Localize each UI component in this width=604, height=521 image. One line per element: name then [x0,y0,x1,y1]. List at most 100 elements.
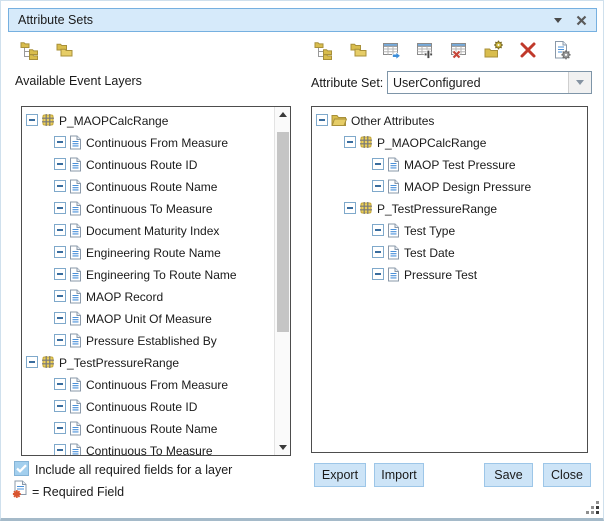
field-icon [69,377,82,392]
field-icon [69,421,82,436]
table-remove-icon[interactable] [450,40,470,60]
import-button[interactable]: Import [374,463,424,487]
tree-item[interactable]: P_TestPressureRange [312,197,587,219]
tree-item[interactable]: Engineering Route Name [22,241,274,263]
collapse-toggle[interactable] [316,114,328,126]
scroll-up-button[interactable] [275,107,290,122]
field-icon [387,157,400,172]
event-layer-icon [41,355,55,369]
layer-tree-icon[interactable] [314,40,334,60]
tree-item[interactable]: P_MAOPCalcRange [312,131,587,153]
report-settings-icon[interactable] [552,40,572,60]
tree-item[interactable]: Continuous From Measure [22,373,274,395]
collapse-toggle[interactable] [54,422,66,434]
tree-item[interactable]: Test Type [312,219,587,241]
collapse-toggle[interactable] [54,312,66,324]
chevron-down-icon[interactable] [554,18,562,23]
delete-icon[interactable] [518,40,538,60]
collapse-toggle[interactable] [26,114,38,126]
resize-grip[interactable] [586,501,600,515]
folder-open-icon [331,114,347,127]
required-field-label: = Required Field [32,485,124,499]
tree-item[interactable]: MAOP Unit Of Measure [22,307,274,329]
attribute-set-dropdown[interactable]: UserConfigured [387,71,592,94]
close-icon[interactable] [576,15,587,26]
collapse-toggle[interactable] [372,224,384,236]
tree-item[interactable]: Pressure Test [312,263,587,285]
folders-icon[interactable] [348,40,368,60]
tree-item[interactable]: Engineering To Route Name [22,263,274,285]
collapse-toggle[interactable] [344,202,356,214]
tree-item[interactable]: MAOP Design Pressure [312,175,587,197]
field-icon [69,245,82,260]
save-button[interactable]: Save [484,463,533,487]
tree-item[interactable]: Document Maturity Index [22,219,274,241]
tree-item[interactable]: P_MAOPCalcRange [22,109,274,131]
close-button[interactable]: Close [543,463,591,487]
collapse-toggle[interactable] [26,356,38,368]
collapse-toggle[interactable] [54,290,66,302]
include-required-checkbox[interactable] [14,461,29,476]
attribute-set-value: UserConfigured [388,72,568,93]
collapse-toggle[interactable] [54,136,66,148]
field-icon [69,289,82,304]
tree-item[interactable]: Continuous Route ID [22,153,274,175]
scroll-down-button[interactable] [275,440,290,455]
tree-item[interactable]: P_TestPressureRange [22,351,274,373]
tree-item[interactable]: Continuous Route Name [22,417,274,439]
tree-item[interactable]: Test Date [312,241,587,263]
collapse-toggle[interactable] [54,400,66,412]
folders-icon[interactable] [54,40,74,60]
table-export-icon[interactable] [382,40,402,60]
collapse-toggle[interactable] [372,268,384,280]
field-icon [69,333,82,348]
tree-item[interactable]: Pressure Established By [22,329,274,351]
dropdown-arrow-button[interactable] [568,72,591,93]
available-event-layers-label: Available Event Layers [15,74,142,88]
include-required-label: Include all required fields for a layer [35,463,232,477]
triangle-down-icon [279,445,287,450]
field-icon [69,135,82,150]
layer-tree-icon[interactable] [20,40,40,60]
collapse-toggle[interactable] [372,246,384,258]
field-icon [69,311,82,326]
tree-item[interactable]: Continuous Route ID [22,395,274,417]
field-icon [387,223,400,238]
field-icon [69,443,82,457]
collapse-toggle[interactable] [54,444,66,456]
field-icon [387,267,400,282]
collapse-toggle[interactable] [54,158,66,170]
collapse-toggle[interactable] [54,202,66,214]
tree-item[interactable]: Other Attributes [312,109,587,131]
table-add-icon[interactable] [416,40,436,60]
dialog-title: Attribute Sets [18,13,554,27]
attribute-set-label: Attribute Set: [311,76,383,90]
collapse-toggle[interactable] [54,246,66,258]
export-button[interactable]: Export [314,463,366,487]
field-icon [387,245,400,260]
scroll-thumb[interactable] [277,132,289,332]
tree-item[interactable]: Continuous To Measure [22,197,274,219]
collapse-toggle[interactable] [372,158,384,170]
tree-item[interactable]: Continuous From Measure [22,131,274,153]
chevron-down-icon [576,80,584,85]
available-layers-tree: P_MAOPCalcRange Continuous From Measure … [22,107,274,455]
scrollbar[interactable] [274,107,290,455]
collapse-toggle[interactable] [54,378,66,390]
collapse-toggle[interactable] [344,136,356,148]
field-icon [387,179,400,194]
collapse-toggle[interactable] [54,268,66,280]
collapse-toggle[interactable] [54,334,66,346]
collapse-toggle[interactable] [54,180,66,192]
tree-item[interactable]: Continuous Route Name [22,175,274,197]
tree-item[interactable]: MAOP Test Pressure [312,153,587,175]
titlebar: Attribute Sets [8,8,597,32]
tree-item[interactable]: Continuous To Measure [22,439,274,456]
collapse-toggle[interactable] [372,180,384,192]
field-icon [69,157,82,172]
folder-new-icon[interactable] [484,40,504,60]
collapse-toggle[interactable] [54,224,66,236]
tree-item[interactable]: MAOP Record [22,285,274,307]
toolbar-right [314,40,572,60]
required-field-icon [12,480,28,504]
